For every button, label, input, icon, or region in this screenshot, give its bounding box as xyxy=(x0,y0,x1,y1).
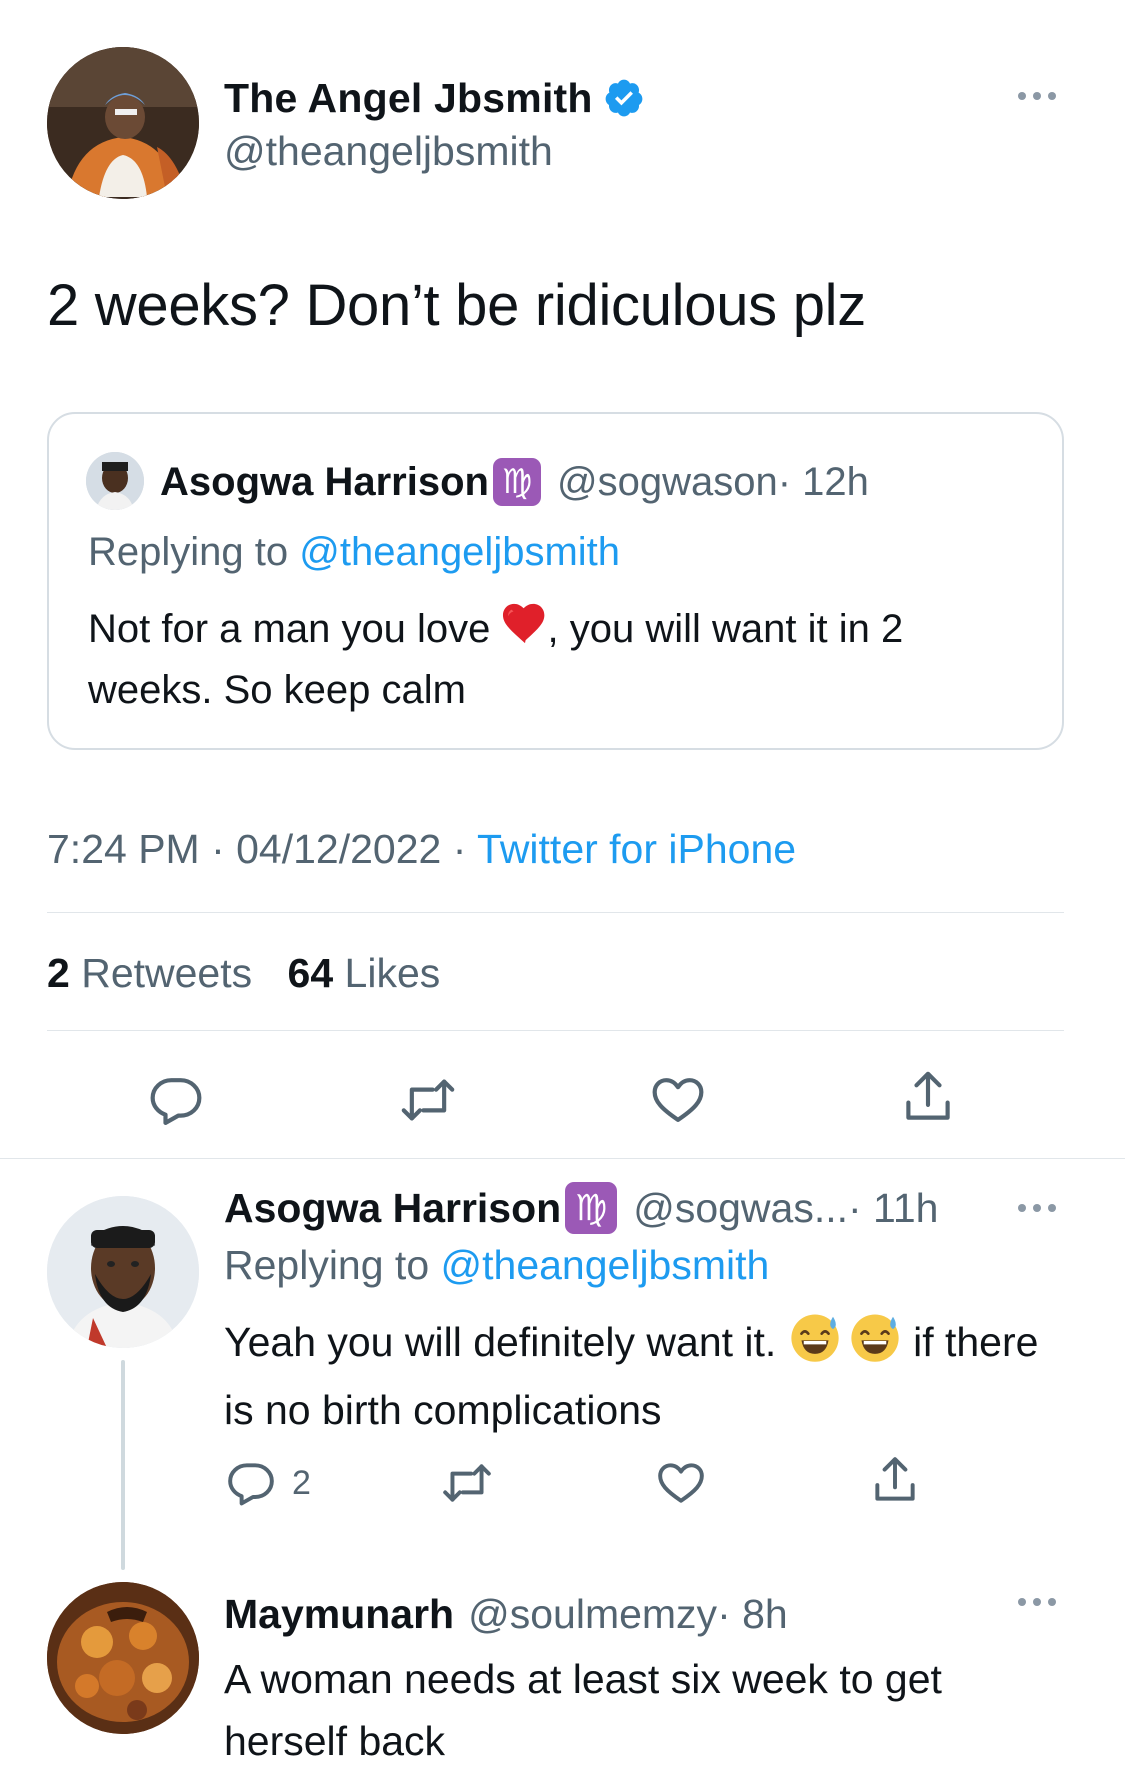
share-icon[interactable] xyxy=(870,1454,920,1508)
reply-time: · 11h xyxy=(848,1184,939,1231)
main-author-name[interactable]: The Angel Jbsmith xyxy=(224,75,593,122)
retweets-label: Retweets xyxy=(69,950,253,996)
reply-replying-handle-link[interactable]: @theangeljbsmith xyxy=(441,1242,770,1288)
reply-icon xyxy=(226,1458,276,1508)
quoted-author-avatar[interactable] xyxy=(86,452,144,510)
more-options-icon[interactable] xyxy=(1018,92,1056,100)
reply-author-avatar[interactable] xyxy=(47,1196,199,1348)
virgo-zodiac-icon: ♍ xyxy=(492,458,541,506)
reply-author-name[interactable]: Asogwa Harrison xyxy=(224,1185,561,1232)
reply-header: Maymunarh @soulmemzy · 8h xyxy=(224,1586,788,1642)
reply-author-handle[interactable]: @soulmemzy xyxy=(468,1591,717,1638)
reply-author-name[interactable]: Maymunarh xyxy=(224,1591,454,1638)
quoted-author-handle[interactable]: @sogwason xyxy=(557,460,778,505)
reply-icon[interactable] xyxy=(148,1072,204,1128)
divider xyxy=(0,1158,1125,1159)
reply-text: A woman needs at least six week to get h… xyxy=(224,1656,942,1764)
verified-badge-icon xyxy=(603,77,645,119)
reply-reply-button[interactable]: 2 xyxy=(226,1458,311,1508)
quoted-replying-line: Replying to @theangeljbsmith xyxy=(88,530,620,575)
heart-icon[interactable] xyxy=(656,1458,706,1508)
main-tweet-text: 2 weeks? Don’t be ridiculous plz xyxy=(47,273,866,338)
retweets-count: 2 xyxy=(47,950,70,996)
tweet-timestamp: 7:24 PM · 04/12/2022 · xyxy=(47,826,478,872)
retweets-stat[interactable]: 2 Retweets xyxy=(47,950,264,996)
reply-count: 2 xyxy=(292,1463,311,1502)
tweet-meta-line: 7:24 PM · 04/12/2022 · Twitter for iPhon… xyxy=(47,826,796,873)
heart-icon[interactable] xyxy=(650,1072,706,1128)
reply-header: Asogwa Harrison ♍ @sogwas... · 11h xyxy=(224,1180,938,1236)
main-author-name-row: The Angel Jbsmith xyxy=(224,72,645,124)
main-author-avatar[interactable] xyxy=(47,47,199,199)
grinning-sweat-emoji xyxy=(848,1310,902,1380)
quoted-author-name[interactable]: Asogwa Harrison xyxy=(160,460,489,505)
likes-label: Likes xyxy=(333,950,441,996)
likes-count: 64 xyxy=(287,950,334,996)
share-icon[interactable] xyxy=(900,1068,956,1128)
tweet-source-link[interactable]: Twitter for iPhone xyxy=(477,826,796,872)
quoted-replying-prefix: Replying to xyxy=(88,530,300,574)
main-author-handle[interactable]: @theangeljbsmith xyxy=(224,128,553,175)
divider xyxy=(47,912,1064,913)
reply-author-avatar[interactable] xyxy=(47,1582,199,1734)
reply-replying-line: Replying to @theangeljbsmith xyxy=(224,1242,769,1289)
likes-stat[interactable]: 64 Likes xyxy=(288,950,441,996)
reply-author-handle[interactable]: @sogwas... xyxy=(633,1185,848,1232)
more-options-icon[interactable] xyxy=(1018,1598,1056,1606)
tweet-detail-page: The Angel Jbsmith @theangeljbsmith 2 wee… xyxy=(0,0,1125,1786)
retweet-icon[interactable] xyxy=(440,1458,494,1508)
quoted-text-part1: Not for a man you love xyxy=(88,607,502,651)
reply-text: Yeah you will definitely want it. if the… xyxy=(224,1310,1064,1440)
reply-text-part1: Yeah you will definitely want it. xyxy=(224,1318,788,1365)
retweet-icon[interactable] xyxy=(398,1072,458,1128)
reply-time: · 8h xyxy=(717,1590,788,1637)
thread-connector-line xyxy=(121,1360,125,1570)
grinning-sweat-emoji xyxy=(788,1310,842,1380)
red-heart-emoji xyxy=(502,601,548,661)
engagement-counts: 2 Retweets 64 Likes xyxy=(47,950,440,997)
quoted-replying-handle-link[interactable]: @theangeljbsmith xyxy=(299,530,620,574)
quoted-tweet-time: · 12h xyxy=(777,459,869,504)
virgo-zodiac-icon: ♍ xyxy=(565,1182,618,1234)
quoted-tweet-text: Not for a man you love , you will want i… xyxy=(88,600,1018,719)
reply-replying-prefix: Replying to xyxy=(224,1242,441,1288)
more-options-icon[interactable] xyxy=(1018,1204,1056,1212)
quoted-tweet-header: Asogwa Harrison ♍ @sogwason · 12h xyxy=(160,454,869,510)
divider xyxy=(47,1030,1064,1031)
